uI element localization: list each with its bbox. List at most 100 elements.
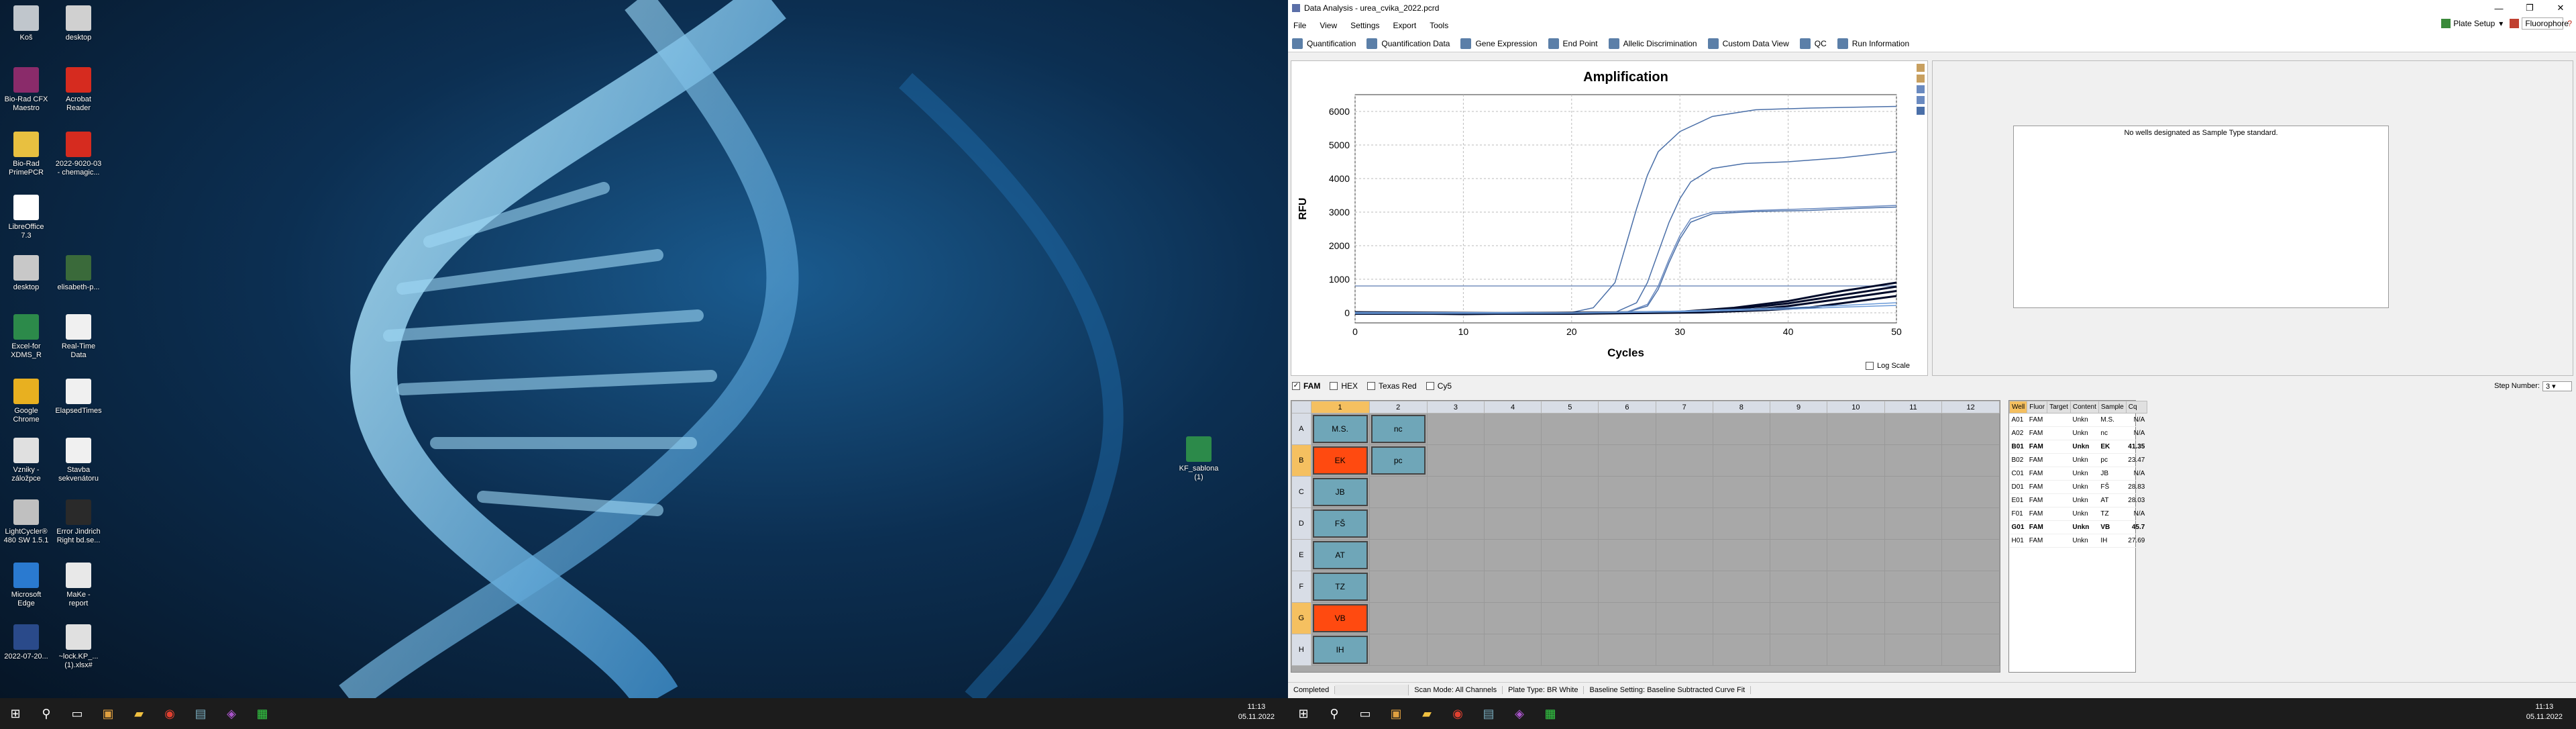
tab-allelic-discrimination[interactable]: Allelic Discrimination: [1608, 38, 1697, 49]
plate-well-empty[interactable]: [1941, 413, 2000, 445]
plate-well-empty[interactable]: [1483, 602, 1542, 634]
task-view-icon-2[interactable]: ▭: [1355, 703, 1375, 724]
plate-well-empty[interactable]: [1769, 507, 1828, 540]
desktop-shortcut[interactable]: Vzniky - záložpce: [3, 438, 50, 483]
plate-well-empty[interactable]: [1426, 571, 1485, 603]
plate-well-empty[interactable]: [1941, 539, 2000, 571]
step-number-select[interactable]: 3 ▾: [2542, 381, 2572, 391]
table-row[interactable]: A01 FAM Unkn M.S. N/A: [2009, 413, 2147, 427]
table-row[interactable]: G01 FAM Unkn VB 45.7: [2009, 520, 2147, 534]
plate-well-empty[interactable]: [1426, 634, 1485, 666]
plate-well[interactable]: IH: [1310, 634, 1370, 666]
plate-well-empty[interactable]: [1541, 571, 1599, 603]
plate-well-empty[interactable]: [1769, 413, 1828, 445]
table-header[interactable]: Well: [2008, 401, 2028, 414]
plate-well-empty[interactable]: [1712, 634, 1770, 666]
plate-well[interactable]: TZ: [1310, 571, 1370, 603]
plate-col-header[interactable]: 9: [1769, 401, 1828, 414]
plate-well-empty[interactable]: [1426, 413, 1485, 445]
save-image-icon[interactable]: [1917, 85, 1925, 93]
plate-well-empty[interactable]: [1941, 571, 2000, 603]
plate-well-empty[interactable]: [1884, 571, 1943, 603]
menu-file[interactable]: File: [1293, 21, 1306, 30]
desktop-shortcut[interactable]: Excel-for XDMS_R: [3, 314, 50, 360]
plate-well-empty[interactable]: [1769, 476, 1828, 508]
plate-well-empty[interactable]: [1769, 444, 1828, 477]
plate-well-empty[interactable]: [1483, 413, 1542, 445]
table-row[interactable]: C01 FAM Unkn JB N/A: [2009, 467, 2147, 481]
plate-well-empty[interactable]: [1483, 571, 1542, 603]
plate-well-empty[interactable]: [1598, 444, 1656, 477]
plate-well-empty[interactable]: [1712, 476, 1770, 508]
table-header[interactable]: Sample: [2098, 401, 2127, 414]
plate-col-header[interactable]: 7: [1655, 401, 1713, 414]
chrome-icon-2[interactable]: ◉: [1448, 703, 1468, 724]
plate-well-empty[interactable]: [1426, 602, 1485, 634]
desktop-shortcut[interactable]: Stavba sekvenátoru: [55, 438, 102, 483]
plate-well-empty[interactable]: [1655, 476, 1713, 508]
plate-well-empty[interactable]: [1483, 507, 1542, 540]
plate-col-header[interactable]: 8: [1712, 401, 1770, 414]
plate-col-header[interactable]: 6: [1598, 401, 1656, 414]
plate-well-empty[interactable]: [1483, 634, 1542, 666]
copy-icon[interactable]: [1917, 64, 1925, 72]
desktop-shortcut[interactable]: ElapsedTimes: [55, 379, 102, 416]
terminal-icon-2[interactable]: ▤: [1479, 703, 1499, 724]
plate-well-empty[interactable]: [1426, 507, 1485, 540]
plate-well-empty[interactable]: [1941, 476, 2000, 508]
plate-col-header[interactable]: 1: [1310, 401, 1370, 414]
plate-row-header[interactable]: C: [1291, 476, 1311, 508]
close-icon[interactable]: ✕: [2545, 0, 2576, 16]
tab-quantification[interactable]: Quantification: [1292, 38, 1356, 49]
desktop-shortcut[interactable]: Microsoft Edge: [3, 563, 50, 608]
plate-well-empty[interactable]: [1655, 539, 1713, 571]
amplification-chart[interactable]: 0 10 20 30 40 50 0 1000 2000 3000 4000 5000 6000 Ampl…: [1291, 61, 1927, 375]
table-row[interactable]: B02 FAM Unkn pc 23.47: [2009, 453, 2147, 467]
chrome-icon[interactable]: ◉: [160, 703, 180, 724]
plate-well[interactable]: JB: [1310, 476, 1370, 508]
plate-well[interactable]: EK: [1310, 444, 1370, 477]
plate-well-empty[interactable]: [1712, 539, 1770, 571]
plate-col-header[interactable]: 3: [1426, 401, 1485, 414]
plate-setup-button[interactable]: Plate Setup: [2453, 19, 2495, 28]
plate-well[interactable]: nc: [1368, 413, 1428, 445]
plate-col-header[interactable]: 5: [1541, 401, 1599, 414]
plate-well-empty[interactable]: [1941, 602, 2000, 634]
table-row[interactable]: F01 FAM Unkn TZ N/A: [2009, 507, 2147, 521]
plate-well-empty[interactable]: [1884, 444, 1943, 477]
plate-well-empty[interactable]: [1598, 413, 1656, 445]
widgets-icon[interactable]: ▣: [98, 703, 118, 724]
print-icon[interactable]: [1917, 75, 1925, 83]
desktop-shortcut[interactable]: Bio-Rad PrimePCR: [3, 132, 50, 177]
plate-well-empty[interactable]: [1541, 476, 1599, 508]
plate-well-empty[interactable]: [1598, 602, 1656, 634]
desktop-shortcut[interactable]: Error Jindrich Right bd.se...: [55, 499, 102, 545]
plate-well-empty[interactable]: [1827, 634, 1885, 666]
desktop-shortcut[interactable]: 2022-07-20...: [3, 624, 50, 661]
windows-start-icon-2[interactable]: ⊞: [1293, 703, 1313, 724]
plate-well-empty[interactable]: [1941, 507, 2000, 540]
plate-well-empty[interactable]: [1598, 539, 1656, 571]
table-row[interactable]: B01 FAM Unkn EK 41.35: [2009, 440, 2147, 454]
plate-well-empty[interactable]: [1483, 476, 1542, 508]
search-icon-2[interactable]: ⚲: [1324, 703, 1344, 724]
table-header[interactable]: Content: [2070, 401, 2099, 414]
desktop-shortcut[interactable]: Acrobat Reader: [55, 67, 102, 113]
table-row[interactable]: D01 FAM Unkn FŠ 28.83: [2009, 480, 2147, 494]
plate-well-empty[interactable]: [1368, 634, 1428, 666]
menu-export[interactable]: Export: [1393, 21, 1417, 30]
plate-well-empty[interactable]: [1598, 634, 1656, 666]
plate-col-header[interactable]: 10: [1827, 401, 1885, 414]
table-header[interactable]: Cq: [2125, 401, 2147, 414]
file-explorer-icon[interactable]: ▰: [129, 703, 149, 724]
file-explorer-icon-2[interactable]: ▰: [1417, 703, 1437, 724]
desktop-shortcut[interactable]: KF_sablona (1): [1175, 436, 1222, 482]
plate-well-empty[interactable]: [1712, 571, 1770, 603]
windows-start-icon[interactable]: ⊞: [5, 703, 25, 724]
menu-settings[interactable]: Settings: [1350, 21, 1379, 30]
desktop-shortcut[interactable]: ~lock.KP_... (1).xlsx#: [55, 624, 102, 670]
plate-well-empty[interactable]: [1827, 571, 1885, 603]
plate-well-empty[interactable]: [1655, 507, 1713, 540]
plate-well-empty[interactable]: [1598, 571, 1656, 603]
desktop-shortcut[interactable]: desktop: [55, 5, 102, 42]
